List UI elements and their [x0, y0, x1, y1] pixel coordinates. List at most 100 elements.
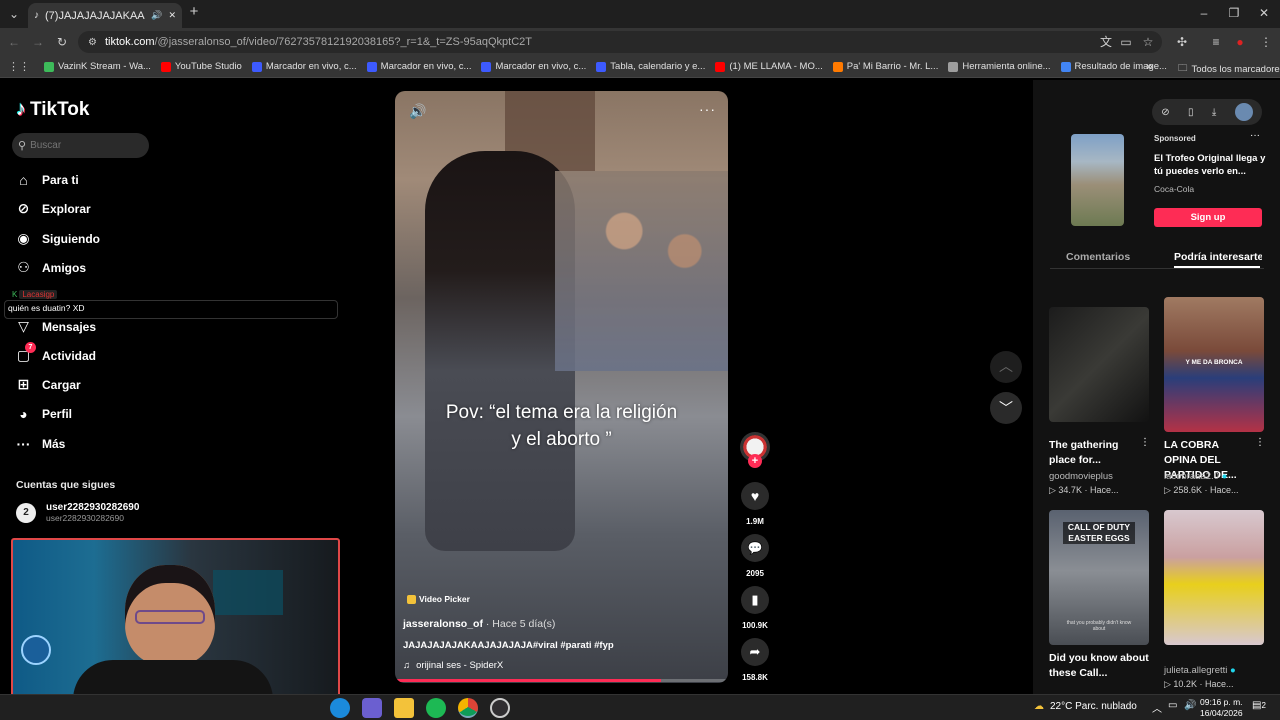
profile-dot-icon[interactable]: ●	[1232, 35, 1248, 49]
address-bar[interactable]: ⚙ tiktok.com/@jasseralonso_of/video/7627…	[78, 31, 1162, 53]
bookmark-label: (1) ME LLAMA - MO...	[729, 61, 823, 72]
cast-icon[interactable]: ▭	[1118, 35, 1134, 49]
mute-icon[interactable]: 🔊	[409, 103, 426, 120]
chrome-icon[interactable]	[458, 698, 478, 718]
video-more-icon[interactable]: ···	[699, 101, 716, 117]
reload-icon[interactable]: ↻	[54, 35, 70, 49]
suggestion-thumb-4[interactable]	[1164, 510, 1264, 645]
bookmark-item[interactable]: Pa' Mi Barrio - Mr. L...	[832, 61, 938, 72]
nav-item-más[interactable]: ··· Más	[15, 435, 66, 452]
play-icon: ▷	[1049, 485, 1059, 495]
video-author[interactable]: jasseralonso_of	[403, 618, 483, 630]
suggestion-user-1[interactable]: goodmovieplus	[1049, 471, 1113, 482]
save-button[interactable]: ▮ 100.9K	[740, 586, 770, 630]
extensions-icon[interactable]: ✣	[1174, 35, 1190, 49]
edge-icon[interactable]	[330, 698, 350, 718]
video-tag[interactable]: Video Picker	[407, 594, 470, 604]
spotify-icon[interactable]	[426, 698, 446, 718]
file-explorer-icon[interactable]	[394, 698, 414, 718]
bookmark-item[interactable]: (1) ME LLAMA - MO...	[715, 61, 823, 72]
suggestion-title-3[interactable]: Did you know about these Call...	[1049, 651, 1149, 681]
new-tab-button[interactable]: +	[186, 4, 202, 19]
restore-icon[interactable]: ❐	[1226, 6, 1242, 20]
speaker-icon[interactable]: 🔊	[151, 10, 162, 21]
search-input[interactable]	[30, 140, 141, 151]
bookmark-item[interactable]: Marcador en vivo, c...	[481, 61, 586, 72]
following-icon: ◉	[17, 230, 30, 246]
apps-icon[interactable]: ⋮⋮	[8, 60, 30, 73]
close-window-icon[interactable]: ✕	[1256, 6, 1272, 20]
ad-more-icon[interactable]: ···	[1250, 130, 1260, 141]
nav-item-perfil[interactable]: ◕ Perfil	[15, 405, 72, 422]
network-icon[interactable]: ▭	[1168, 700, 1177, 711]
translate-icon[interactable]: 文	[1098, 35, 1114, 49]
nav-label: Explorar	[42, 201, 91, 216]
bookmark-item[interactable]: Marcador en vivo, c...	[251, 61, 357, 72]
taskbar-apps	[330, 698, 510, 718]
device-icon[interactable]: ▯	[1188, 107, 1194, 118]
suggestion-user-2[interactable]: lacobraaa2.0 ●	[1164, 471, 1227, 482]
user-avatar-icon[interactable]	[1234, 103, 1253, 121]
nav-item-para-ti[interactable]: ⌂ Para ti	[15, 171, 78, 188]
suggestion-thumb-2[interactable]: Y ME DA BRONCA	[1164, 297, 1264, 432]
tab-comments[interactable]: Comentarios	[1066, 251, 1130, 263]
media-icon[interactable]: ≡	[1208, 35, 1224, 49]
video-progress-track[interactable]	[395, 679, 728, 682]
nav-item-amigos[interactable]: ⚇ Amigos	[15, 259, 86, 276]
tiktok-logo[interactable]: ♪ TikTok	[16, 98, 89, 121]
suggestion-title-1[interactable]: The gathering place for...	[1049, 438, 1139, 468]
bookmark-item[interactable]: YouTube Studio	[160, 61, 242, 72]
nav-item-explorar[interactable]: ⊘ Explorar	[15, 200, 91, 217]
bookmark-star-icon[interactable]: ☆	[1140, 35, 1156, 49]
bookmark-item[interactable]: Herramienta online...	[948, 61, 1051, 72]
bookmark-item[interactable]: Tabla, calendario y e...	[596, 61, 705, 72]
video-player[interactable]: 🔊 ··· Pov: “el tema era la religión y el…	[395, 91, 728, 683]
comment-button[interactable]: 💬 2095	[740, 534, 770, 578]
prev-video-button[interactable]: ︿	[990, 351, 1022, 383]
bookmarks-more-icon[interactable]: »	[1146, 59, 1153, 73]
suggestion-stats-1: ▷ 34.7K · Hace...	[1049, 485, 1118, 496]
download-icon[interactable]: ⤓	[1212, 107, 1216, 118]
app-icon[interactable]	[362, 698, 382, 718]
obs-icon[interactable]	[490, 698, 510, 718]
creator-avatar[interactable]: +	[740, 432, 770, 468]
ad-cta-button[interactable]: Sign up	[1154, 208, 1262, 227]
volume-icon[interactable]: 🔊	[1184, 700, 1196, 711]
follow-plus-icon[interactable]: +	[748, 454, 762, 468]
like-count: 1.9M	[746, 517, 764, 526]
weather[interactable]: ☁ 22°C Parc. nublado	[1034, 701, 1137, 712]
bookmark-item[interactable]: Marcador en vivo, c...	[366, 61, 471, 72]
tab-close-icon[interactable]: ✕	[168, 10, 176, 21]
tab-suggested[interactable]: Podría interesarte	[1174, 251, 1262, 263]
ad-card[interactable]: Sponsored ··· El Trofeo Original llega y…	[1050, 130, 1270, 230]
like-button[interactable]: ♥ 1.9M	[740, 482, 770, 526]
video-sound[interactable]: ♫ orijinal ses - SpiderX	[403, 660, 503, 671]
next-video-button[interactable]: ﹀	[990, 392, 1022, 424]
menu-icon[interactable]: ⋮	[1258, 35, 1274, 49]
following-account[interactable]: 2 user2282930282690 user2282930282690	[16, 502, 139, 523]
suggestion-user-4[interactable]: julieta.allegretti ●	[1164, 665, 1236, 676]
tab-search-icon[interactable]: ⌄	[6, 7, 22, 21]
suggestion-more-icon-1[interactable]: ⋮	[1140, 437, 1150, 448]
suggestion-thumb-sub-3: that you probably didn't know about	[1066, 620, 1132, 632]
minimize-icon[interactable]: –	[1196, 6, 1212, 20]
suggestion-more-icon-2[interactable]: ⋮	[1255, 437, 1265, 448]
notification-button[interactable]: ▤2	[1252, 700, 1266, 711]
site-info-icon[interactable]: ⚙	[88, 37, 97, 48]
coins-icon[interactable]: ⊘	[1161, 107, 1169, 118]
back-icon[interactable]: ←	[6, 35, 22, 49]
search-box[interactable]: ⚲	[12, 133, 149, 158]
clock[interactable]: 09:16 p. m. 16/04/2026	[1200, 697, 1243, 719]
share-button[interactable]: ➦ 158.8K	[740, 638, 770, 682]
all-bookmarks-link[interactable]: 🗀 Todos los marcadores	[1178, 61, 1280, 77]
suggestion-thumb-3[interactable]: CALL OF DUTY EASTER EGGS that you probab…	[1049, 510, 1149, 645]
tray-chevron-icon[interactable]: ︿	[1152, 700, 1162, 715]
nav-item-mensajes[interactable]: ▽ Mensajes	[15, 318, 96, 335]
browser-tab[interactable]: ♪ (7)JAJAJAJAJAKAAJAJAJA 🔊 ✕	[28, 3, 182, 28]
suggestion-thumb-1[interactable]	[1049, 307, 1149, 422]
nav-item-cargar[interactable]: ⊞ Cargar	[15, 376, 81, 393]
nav-item-siguiendo[interactable]: ◉ Siguiendo	[15, 230, 100, 247]
forward-icon[interactable]: →	[30, 35, 46, 49]
bookmark-item[interactable]: VazinK Stream - Wa...	[44, 61, 151, 72]
nav-item-actividad[interactable]: ▢ 7 Actividad	[15, 342, 96, 364]
